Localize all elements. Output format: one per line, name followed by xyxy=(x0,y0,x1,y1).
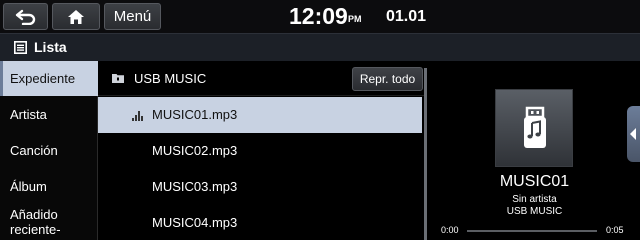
file-row[interactable]: MUSIC02.mp3 xyxy=(98,133,422,169)
category-anadido-reciente[interactable]: Añadido reciente- xyxy=(0,204,98,239)
folder-header: USB MUSIC Repr. todo xyxy=(98,61,426,96)
folder-name: USB MUSIC xyxy=(134,71,207,86)
file-name: MUSIC01.mp3 xyxy=(152,107,238,122)
home-icon xyxy=(68,9,84,24)
menu-button[interactable]: Menú xyxy=(104,3,161,30)
file-row[interactable]: MUSIC01.mp3 xyxy=(98,97,422,133)
clock-ampm: PM xyxy=(348,14,362,24)
category-artista[interactable]: Artista xyxy=(0,97,98,132)
album-art xyxy=(495,89,573,167)
play-all-button[interactable]: Repr. todo xyxy=(352,67,423,91)
clock-time: 12:09 xyxy=(289,3,348,29)
file-list: USB MUSIC Repr. todo MUSIC01.mp3 MUSIC02… xyxy=(98,61,426,240)
title-bar: Lista xyxy=(0,33,640,61)
usb-music-icon xyxy=(524,106,546,148)
back-arrow-icon xyxy=(15,9,35,25)
file-list-scrollbar-thumb[interactable] xyxy=(424,68,427,240)
file-name: MUSIC03.mp3 xyxy=(152,179,238,194)
file-name: MUSIC04.mp3 xyxy=(152,215,238,230)
track-artist: Sin artista xyxy=(512,194,557,205)
progress-bar[interactable] xyxy=(467,230,597,232)
list-icon xyxy=(14,41,27,54)
folder-icon xyxy=(112,74,124,83)
category-cancion[interactable]: Canción xyxy=(0,133,98,168)
category-expediente[interactable]: Expediente xyxy=(0,61,98,96)
page-title: Lista xyxy=(34,39,67,55)
panel-expand-handle[interactable] xyxy=(627,106,640,162)
track-title: MUSIC01 xyxy=(499,173,570,190)
category-album[interactable]: Álbum xyxy=(0,169,98,204)
chevron-left-icon xyxy=(630,128,636,140)
home-button[interactable] xyxy=(52,3,100,30)
duration-time: 0:05 xyxy=(606,225,624,235)
top-bar: Menú 12:09 PM 01.01 xyxy=(0,0,640,33)
elapsed-time: 0:00 xyxy=(441,225,459,235)
category-list: Expediente Artista Canción Álbum Añadido… xyxy=(0,61,98,240)
clock-date: 01.01 xyxy=(386,8,427,25)
file-name: MUSIC02.mp3 xyxy=(152,143,238,158)
now-playing-equalizer-icon xyxy=(132,111,143,121)
file-row[interactable]: MUSIC04.mp3 xyxy=(98,205,422,240)
track-album: USB MUSIC xyxy=(506,206,563,217)
back-button[interactable] xyxy=(3,3,48,30)
file-row[interactable]: MUSIC03.mp3 xyxy=(98,169,422,205)
